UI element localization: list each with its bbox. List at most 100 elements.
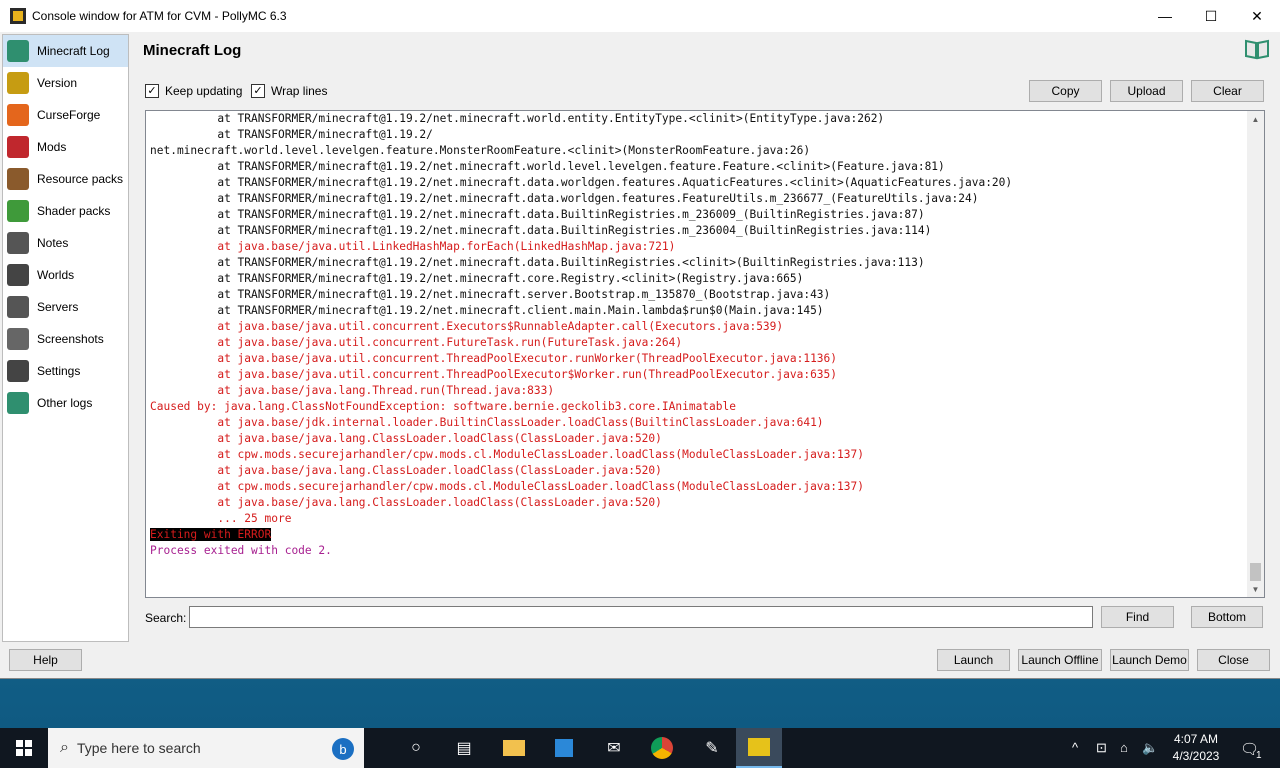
log-line: at java.base/java.lang.ClassLoader.loadC…	[150, 431, 1246, 447]
log-line-text: at java.base/java.util.concurrent.Thread…	[150, 368, 838, 381]
microsoft-store-icon[interactable]	[552, 736, 576, 760]
sidebar-item-resource-packs[interactable]: Resource packs	[3, 163, 128, 195]
sidebar-item-servers[interactable]: Servers	[3, 291, 128, 323]
network-icon[interactable]: ⌂	[1120, 740, 1128, 755]
log-line: Process exited with code 2.	[150, 543, 1246, 559]
sidebar-item-mods[interactable]: Mods	[3, 131, 128, 163]
pollymc-app-icon	[10, 8, 26, 24]
log-line-text: at TRANSFORMER/minecraft@1.19.2/net.mine…	[150, 304, 824, 317]
system-clock[interactable]: 4:07 AM 4/3/2023	[1164, 731, 1228, 765]
log-line-text: at TRANSFORMER/minecraft@1.19.2/net.mine…	[150, 192, 979, 205]
clear-button[interactable]: Clear	[1191, 80, 1264, 102]
launch-button[interactable]: Launch	[937, 649, 1010, 671]
console-window: Console window for ATM for CVM - PollyMC…	[0, 0, 1280, 679]
servers-icon	[7, 296, 29, 318]
sidebar-item-label: Mods	[37, 140, 67, 154]
device-icon[interactable]: ⊡	[1096, 740, 1107, 756]
sidebar-item-settings[interactable]: Settings	[3, 355, 128, 387]
sidebar-item-worlds[interactable]: Worlds	[3, 259, 128, 291]
log-line-text: at TRANSFORMER/minecraft@1.19.2/net.mine…	[150, 112, 885, 125]
find-button[interactable]: Find	[1101, 606, 1174, 628]
help-button[interactable]: Help	[9, 649, 82, 671]
launch-demo-button[interactable]: Launch Demo	[1110, 649, 1189, 671]
copy-button[interactable]: Copy	[1029, 80, 1102, 102]
log-line: at TRANSFORMER/minecraft@1.19.2/net.mine…	[150, 271, 1246, 287]
cortana-icon[interactable]: ○	[404, 736, 428, 760]
sidebar-item-version[interactable]: Version	[3, 67, 128, 99]
minimize-button[interactable]: —	[1142, 0, 1188, 32]
log-line: at java.base/java.util.concurrent.Thread…	[150, 367, 1246, 383]
log-line-text: at TRANSFORMER/minecraft@1.19.2/net.mine…	[150, 256, 925, 269]
log-line: at TRANSFORMER/minecraft@1.19.2/net.mine…	[150, 191, 1246, 207]
taskbar-search-box[interactable]: ⌕ Type here to search b	[48, 728, 364, 768]
log-line-text: at java.base/java.util.concurrent.Execut…	[150, 320, 784, 333]
log-line: Caused by: java.lang.ClassNotFoundExcept…	[150, 399, 1246, 415]
close-button[interactable]: Close	[1197, 649, 1270, 671]
wrap-lines-checkbox[interactable]: ✓ Wrap lines	[251, 84, 327, 98]
sidebar-item-other-logs[interactable]: Other logs	[3, 387, 128, 419]
log-line: at TRANSFORMER/minecraft@1.19.2/net.mine…	[150, 223, 1246, 239]
book-icon	[7, 40, 29, 62]
sidebar-item-label: Minecraft Log	[37, 44, 110, 58]
log-line: Exiting with ERROR	[150, 527, 1246, 543]
windows-start-icon[interactable]	[12, 736, 36, 760]
search-icon: ⌕	[60, 739, 69, 756]
chrome-icon[interactable]	[650, 736, 674, 760]
search-label: Search:	[145, 611, 187, 625]
maximize-button[interactable]: ☐	[1188, 0, 1234, 32]
log-view[interactable]: at TRANSFORMER/minecraft@1.19.2/net.mine…	[145, 110, 1265, 598]
vertical-scrollbar[interactable]: ▲ ▼	[1247, 111, 1264, 597]
bottom-button[interactable]: Bottom	[1191, 606, 1263, 628]
log-line-text: at java.base/java.lang.ClassLoader.loadC…	[150, 464, 662, 477]
mail-icon[interactable]: ✉	[602, 736, 626, 760]
log-line-text: at java.base/jdk.internal.loader.Builtin…	[150, 416, 824, 429]
launch-offline-button[interactable]: Launch Offline	[1018, 649, 1102, 671]
sidebar-item-notes[interactable]: Notes	[3, 227, 128, 259]
upload-button[interactable]: Upload	[1110, 80, 1183, 102]
sidebar-item-label: Servers	[37, 300, 79, 314]
log-toolbar: ✓ Keep updating ✓ Wrap lines Copy Upload…	[143, 80, 1268, 104]
scroll-thumb[interactable]	[1250, 563, 1261, 581]
log-line-text: at TRANSFORMER/minecraft@1.19.2/net.mine…	[150, 272, 804, 285]
notes-icon	[7, 232, 29, 254]
show-hidden-icons-chevron-icon[interactable]: ^	[1072, 740, 1078, 755]
log-line: at java.base/java.lang.Thread.run(Thread…	[150, 383, 1246, 399]
volume-muted-icon[interactable]: 🔈	[1142, 740, 1158, 756]
log-line: at java.base/java.util.concurrent.Future…	[150, 335, 1246, 351]
log-line: at cpw.mods.securejarhandler/cpw.mods.cl…	[150, 479, 1246, 495]
log-line-text: ... 25 more	[150, 512, 292, 525]
settings-icon	[7, 360, 29, 382]
log-line: at TRANSFORMER/minecraft@1.19.2/net.mine…	[150, 159, 1246, 175]
log-line-text: at java.base/java.util.LinkedHashMap.for…	[150, 240, 676, 253]
file-explorer-icon[interactable]	[502, 736, 526, 760]
taskbar-search-placeholder: Type here to search	[76, 740, 201, 756]
log-line: at java.base/jdk.internal.loader.Builtin…	[150, 415, 1246, 431]
search-input[interactable]	[189, 606, 1093, 628]
worlds-icon	[7, 264, 29, 286]
title-bar[interactable]: Console window for ATM for CVM - PollyMC…	[0, 0, 1280, 32]
bing-icon[interactable]: b	[332, 738, 354, 760]
task-view-icon[interactable]: ▤	[452, 736, 476, 760]
log-line: at TRANSFORMER/minecraft@1.19.2/net.mine…	[150, 287, 1246, 303]
log-line-text: at java.base/java.util.concurrent.Future…	[150, 336, 683, 349]
log-line-text: Caused by: java.lang.ClassNotFoundExcept…	[150, 400, 736, 413]
console-window-taskbar-button[interactable]	[736, 728, 782, 768]
sidebar-item-curseforge[interactable]: CurseForge	[3, 99, 128, 131]
close-window-button[interactable]: ✕	[1234, 0, 1280, 32]
scroll-up-arrow-icon[interactable]: ▲	[1247, 111, 1264, 127]
log-line-text: Process exited with code 2.	[150, 544, 332, 557]
wrap-lines-label: Wrap lines	[271, 84, 328, 98]
shader-pack-icon	[7, 200, 29, 222]
sidebar-item-minecraft-log[interactable]: Minecraft Log	[3, 35, 128, 67]
log-line-text: net.minecraft.world.level.levelgen.featu…	[150, 144, 811, 157]
clock-time: 4:07 AM	[1173, 732, 1219, 746]
sidebar-item-shader-packs[interactable]: Shader packs	[3, 195, 128, 227]
log-line-text: at cpw.mods.securejarhandler/cpw.mods.cl…	[150, 480, 864, 493]
sidebar-item-screenshots[interactable]: Screenshots	[3, 323, 128, 355]
scroll-down-arrow-icon[interactable]: ▼	[1247, 581, 1264, 597]
log-line: at java.base/java.lang.ClassLoader.loadC…	[150, 463, 1246, 479]
mods-icon	[7, 136, 29, 158]
screenshots-icon	[7, 328, 29, 350]
keep-updating-checkbox[interactable]: ✓ Keep updating	[145, 84, 242, 98]
pollymc-taskbar-icon[interactable]: ✎	[700, 736, 724, 760]
